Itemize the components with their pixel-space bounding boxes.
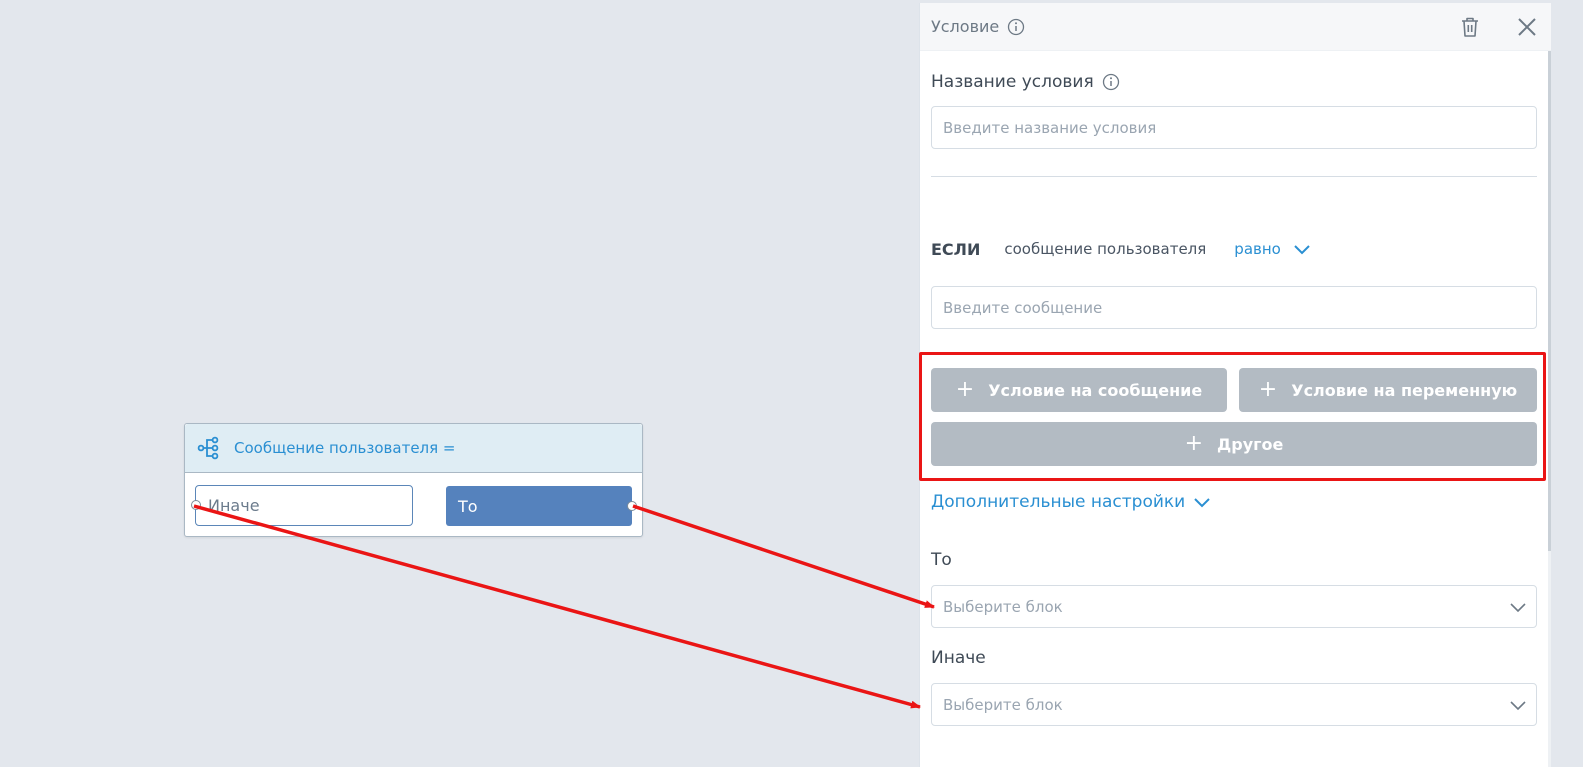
then-block-select[interactable]: Выберите блок — [931, 585, 1537, 628]
advanced-settings-toggle[interactable]: Дополнительные настройки — [931, 492, 1211, 512]
then-label: То — [931, 550, 952, 570]
else-block-select[interactable]: Выберите блок — [931, 683, 1537, 726]
chevron-down-icon — [1510, 603, 1526, 613]
annotation-arrow-then — [632, 504, 935, 609]
condition-node-title: Сообщение пользователя = — [234, 439, 456, 457]
condition-node[interactable]: Сообщение пользователя = Иначе То — [184, 423, 643, 537]
chevron-down-icon[interactable] — [1293, 243, 1311, 255]
flow-canvas[interactable]: Сообщение пользователя = Иначе То Услови… — [0, 0, 1583, 767]
condition-row: ЕСЛИ сообщение пользователя равно — [931, 238, 1311, 260]
else-block-placeholder: Выберите блок — [943, 695, 1063, 714]
divider — [931, 176, 1537, 177]
plus-icon: + — [955, 377, 975, 402]
condition-settings-panel: Условие Название условия Введите названи… — [919, 3, 1551, 767]
add-variable-condition-button[interactable]: + Условие на переменную — [1239, 368, 1537, 412]
condition-node-header[interactable]: Сообщение пользователя = — [185, 424, 642, 473]
info-icon[interactable] — [1102, 73, 1120, 91]
condition-name-label: Название условия — [931, 72, 1120, 92]
chevron-down-icon — [1510, 701, 1526, 711]
plus-icon: + — [1184, 431, 1204, 456]
condition-subject[interactable]: сообщение пользователя — [1004, 240, 1206, 258]
panel-title: Условие — [931, 17, 1000, 36]
node-then-output[interactable]: То — [446, 486, 632, 526]
add-message-condition-label: Условие на сообщение — [988, 380, 1203, 400]
else-label: Иначе — [931, 648, 986, 668]
condition-name-label-text: Название условия — [931, 72, 1094, 92]
add-variable-condition-label: Условие на переменную — [1291, 380, 1518, 400]
close-icon[interactable] — [1517, 17, 1537, 37]
trash-icon[interactable] — [1460, 16, 1480, 38]
else-connector-port[interactable] — [191, 500, 201, 510]
flow-branch-icon — [197, 436, 219, 460]
scrollbar-thumb[interactable] — [1548, 51, 1551, 551]
add-other-condition-button[interactable]: + Другое — [931, 422, 1537, 466]
info-icon[interactable] — [1007, 18, 1025, 36]
panel-header: Условие — [920, 3, 1551, 51]
chevron-down-icon — [1194, 498, 1210, 508]
then-block-placeholder: Выберите блок — [943, 597, 1063, 616]
add-other-condition-label: Другое — [1217, 434, 1284, 454]
if-keyword: ЕСЛИ — [931, 239, 981, 259]
node-else-output[interactable]: Иначе — [195, 485, 413, 526]
advanced-settings-label: Дополнительные настройки — [931, 492, 1186, 512]
condition-operator-dropdown[interactable]: равно — [1234, 240, 1281, 258]
condition-name-input[interactable]: Введите название условия — [931, 106, 1537, 149]
message-value-input[interactable]: Введите сообщение — [931, 286, 1537, 329]
plus-icon: + — [1258, 377, 1278, 402]
then-connector-port[interactable] — [627, 501, 637, 511]
add-message-condition-button[interactable]: + Условие на сообщение — [931, 368, 1227, 412]
